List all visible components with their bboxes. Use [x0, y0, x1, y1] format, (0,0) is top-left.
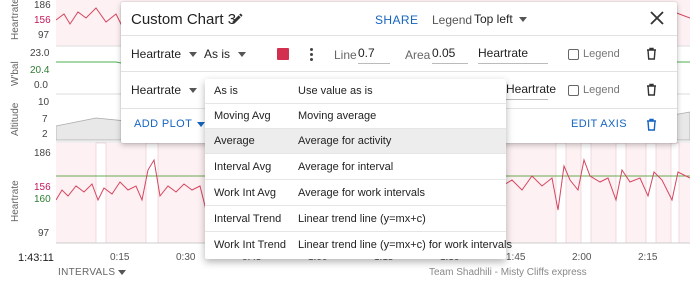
wbal-tick-min: 0.0 — [34, 80, 48, 91]
plot-mode-menu: As is Use value as is Moving Avg Moving … — [205, 79, 512, 259]
menu-item-as-is[interactable]: As is Use value as is — [205, 79, 506, 104]
trash-icon[interactable] — [646, 47, 657, 65]
dialog-title: Custom Chart 3 — [131, 11, 237, 28]
menu-item-work-int-avg[interactable]: Work Int Avg Average for work intervals — [205, 181, 506, 206]
x-tick: 2:00 — [572, 252, 592, 263]
wbal-tick-max: 23.0 — [30, 48, 50, 59]
app-root: Heartrate 186 156 97 W'bal 23.0 20.4 0.0… — [0, 0, 690, 293]
divider — [121, 71, 677, 72]
hr-top-tick-current: 156 — [34, 15, 51, 26]
menu-item-desc: Linear trend line (y=mx+c) — [298, 213, 426, 225]
menu-item-desc: Use value as is — [298, 85, 373, 97]
chevron-down-icon — [189, 87, 198, 93]
pencil-icon[interactable] — [231, 12, 244, 30]
plot-name-input[interactable]: Heartrate — [478, 46, 548, 64]
trash-icon[interactable] — [646, 83, 657, 101]
plot-mode-select[interactable]: As is — [204, 47, 247, 61]
row-label-heartrate-top: Heartrate — [10, 0, 21, 40]
menu-item-desc: Average for activity — [298, 135, 392, 147]
alt-tick-mid: 7 — [42, 114, 48, 125]
row-label-heartrate-main: Heartrate — [10, 180, 21, 222]
hr-top-tick-max: 186 — [34, 0, 51, 11]
chevron-down-icon — [118, 270, 127, 275]
divider — [121, 35, 677, 36]
row-label-altitude: Altitude — [10, 102, 21, 136]
intervals-dropdown[interactable]: INTERVALS — [58, 267, 127, 278]
hr-main-tick-avg: 160 — [34, 194, 51, 205]
hr-top-tick-min: 97 — [38, 30, 50, 41]
menu-item-name: Interval Trend — [214, 213, 282, 225]
menu-item-interval-avg[interactable]: Interval Avg Average for interval — [205, 155, 506, 180]
line-width-input[interactable]: 0.7 — [358, 46, 390, 64]
menu-item-interval-trend[interactable]: Interval Trend Linear trend line (y=mx+c… — [205, 207, 506, 232]
menu-item-name: Moving Avg — [214, 110, 271, 122]
legend-position-value: Top left — [474, 12, 513, 26]
legend-position-select[interactable]: Top left — [474, 12, 527, 26]
hr-main-tick-max: 186 — [34, 148, 51, 159]
plot-color-swatch[interactable] — [277, 48, 289, 60]
x-tick: 0:30 — [176, 252, 196, 263]
share-button[interactable]: SHARE — [375, 13, 418, 27]
x-tick: 2:15 — [638, 252, 658, 263]
hr-main-tick-min: 97 — [38, 228, 50, 239]
more-vert-icon[interactable] — [310, 48, 314, 63]
edit-axis-button[interactable]: EDIT AXIS — [571, 118, 627, 130]
chevron-down-icon — [189, 51, 198, 57]
menu-item-name: Average — [214, 135, 255, 147]
close-icon[interactable] — [649, 10, 665, 31]
area-label: Area — [405, 48, 431, 62]
menu-item-desc: Moving average — [298, 110, 377, 122]
row-label-wbal: W'bal — [10, 61, 21, 86]
legend-checkbox-label: Legend — [583, 84, 620, 96]
plot-name-input[interactable]: Heartrate — [506, 82, 556, 100]
plot-field-value: Heartrate — [131, 47, 182, 61]
hr-main-tick-current: 156 — [34, 182, 51, 193]
menu-item-work-int-trend[interactable]: Work Int Trend Linear trend line (y=mx+c… — [205, 233, 512, 258]
activity-title: Team Shadhili - Misty Cliffs express — [429, 267, 587, 278]
alt-tick-min: 2 — [42, 129, 48, 140]
menu-item-name: As is — [214, 85, 238, 97]
chevron-down-icon — [238, 51, 247, 57]
menu-item-name: Work Int Avg — [214, 187, 276, 199]
menu-item-desc: Average for interval — [298, 161, 394, 173]
menu-item-name: Interval Avg — [214, 161, 272, 173]
menu-item-desc: Average for work intervals — [298, 187, 425, 199]
chevron-down-icon — [518, 16, 527, 22]
alt-tick-max: 10 — [38, 97, 50, 108]
plot-field-value: Heartrate — [131, 83, 182, 97]
menu-item-average[interactable]: Average Average for activity — [205, 129, 506, 154]
x-tick: 0:15 — [110, 252, 130, 263]
menu-item-name: Work Int Trend — [214, 239, 286, 251]
menu-item-desc: Linear trend line (y=mx+c) for work inte… — [298, 239, 512, 251]
legend-checkbox[interactable] — [568, 49, 579, 60]
trash-icon[interactable] — [646, 118, 657, 136]
plot-field-select[interactable]: Heartrate — [131, 83, 198, 97]
plot-field-select[interactable]: Heartrate — [131, 47, 198, 61]
add-plot-button[interactable]: ADD PLOT — [134, 118, 206, 130]
menu-item-moving-avg[interactable]: Moving Avg Moving average — [205, 104, 506, 129]
time-cursor-label: 1:43:11 — [18, 252, 54, 264]
legend-label: Legend — [432, 13, 473, 27]
intervals-label: INTERVALS — [58, 267, 116, 278]
legend-checkbox-label: Legend — [583, 48, 620, 60]
line-label: Line — [334, 48, 357, 62]
add-plot-label: ADD PLOT — [134, 118, 193, 130]
wbal-tick-current: 20.4 — [30, 65, 50, 76]
x-tick: 1:45 — [506, 252, 526, 263]
plot-mode-value: As is — [204, 47, 231, 61]
legend-checkbox[interactable] — [568, 85, 579, 96]
area-opacity-input[interactable]: 0.05 — [432, 46, 468, 64]
